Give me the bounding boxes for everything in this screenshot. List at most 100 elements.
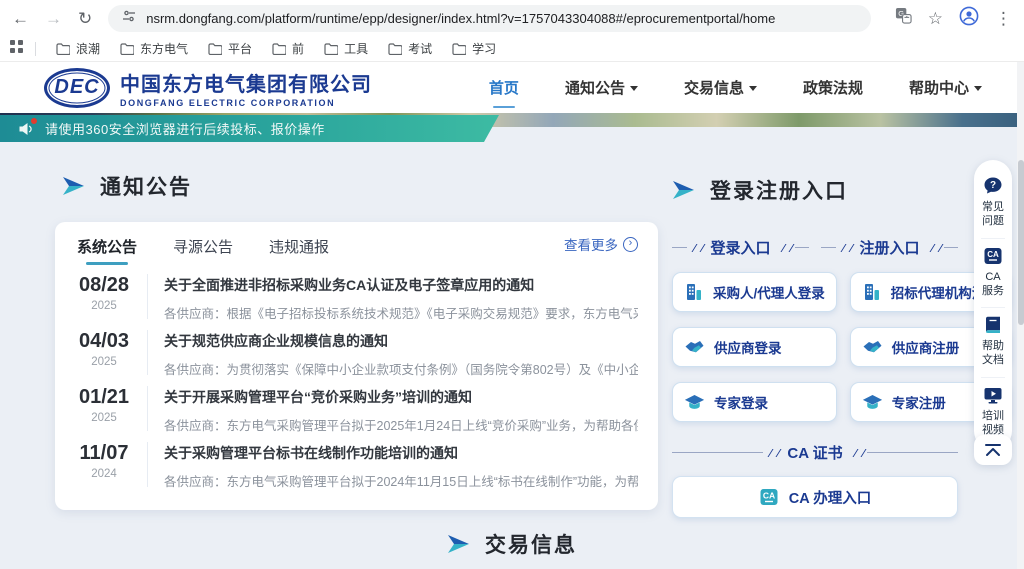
folder-icon <box>272 43 286 55</box>
arrow-to-top-icon <box>984 443 1002 457</box>
site-header: DEC 中国东方电气集团有限公司 DONGFANG ELECTRIC CORPO… <box>0 62 1024 113</box>
quickbar-label: 常见问题 <box>981 200 1005 229</box>
announcement-tabs: 系统公告 寻源公告 违规通报 查看更多 › <box>55 222 658 266</box>
notice-summary: 各供应商：东方电气采购管理平台拟于2024年11月15日上线“标书在线制作”功能… <box>164 471 638 490</box>
apps-grid-icon[interactable] <box>10 40 23 58</box>
toolbar-actions: G ☆ ⋮ <box>895 6 1012 31</box>
browser-window: ← → ↻ nsrm.dongfang.com/platform/runtime… <box>0 0 1024 569</box>
divider <box>147 442 148 487</box>
back-to-top-button[interactable] <box>974 435 1012 465</box>
bookmark-folder-kaoshi[interactable]: 考试 <box>380 38 440 59</box>
nav-item-trade-info[interactable]: 交易信息 <box>684 69 757 106</box>
url-text: nsrm.dongfang.com/platform/runtime/epp/d… <box>146 11 775 26</box>
divider <box>147 274 148 319</box>
book-icon <box>983 315 1003 335</box>
view-more-link[interactable]: 查看更多 › <box>564 234 638 254</box>
ca-apply-button[interactable]: CA CA 办理入口 <box>672 476 958 518</box>
announcements-section-title: 通知公告 <box>62 171 192 201</box>
handshake-icon <box>862 337 883 357</box>
arrow-right-circle-icon: › <box>623 237 638 252</box>
floating-quickbar: ? 常见问题 CA CA服务 帮助文档 培训视频 <box>974 160 1012 450</box>
notice-title[interactable]: 关于规范供应商企业规模信息的通知 <box>164 331 638 351</box>
browser-toolbar: ← → ↻ nsrm.dongfang.com/platform/runtime… <box>0 0 1024 36</box>
notice-list-item[interactable]: 01/21 2025 关于开展采购管理平台“竞价采购业务”培训的通知 各供应商：… <box>55 378 658 434</box>
section-title-text: 交易信息 <box>485 529 577 559</box>
back-icon[interactable]: ← <box>12 10 29 27</box>
page-content: 通知公告 系统公告 寻源公告 违规通报 查看更多 › 08/28 2025 <box>0 127 1024 569</box>
profile-avatar[interactable] <box>959 6 979 31</box>
building-icon <box>862 282 882 302</box>
bookmark-label: 浪潮 <box>76 40 100 57</box>
purchaser-agent-login-button[interactable]: 采购人/代理人登录 <box>672 272 837 312</box>
page-scrollbar[interactable] <box>1017 62 1024 569</box>
notice-list-item[interactable]: 11/07 2024 关于采购管理平台标书在线制作功能培训的通知 各供应商：东方… <box>55 434 658 490</box>
menu-kebab-icon[interactable]: ⋮ <box>995 10 1012 27</box>
notice-list-item[interactable]: 08/28 2025 关于全面推进非招标采购业务CA认证及电子签章应用的通知 各… <box>55 266 658 322</box>
notice-title[interactable]: 关于开展采购管理平台“竞价采购业务”培训的通知 <box>164 387 638 407</box>
quickbar-label: CA服务 <box>981 270 1005 299</box>
translate-icon[interactable]: G <box>895 7 912 29</box>
login-register-panel: 登录注册入口 登录入口 注册入口 采购人/代理人登录 <box>672 175 958 518</box>
tab-sourcing-notices[interactable]: 寻源公告 <box>173 223 233 266</box>
quickbar-label: 培训视频 <box>981 409 1005 438</box>
video-icon <box>983 385 1003 405</box>
faq-shortcut[interactable]: ? 常见问题 <box>981 169 1005 238</box>
folder-icon <box>452 43 466 55</box>
expert-login-button[interactable]: 专家登录 <box>672 382 837 422</box>
chevron-down-icon <box>974 86 982 91</box>
notice-title[interactable]: 关于全面推进非招标采购业务CA认证及电子签章应用的通知 <box>164 275 638 295</box>
notice-title[interactable]: 关于采购管理平台标书在线制作功能培训的通知 <box>164 443 638 463</box>
notification-dot <box>31 118 37 124</box>
scrollbar-thumb[interactable] <box>1018 160 1024 325</box>
company-logo[interactable]: DEC 中国东方电气集团有限公司 DONGFANG ELECTRIC CORPO… <box>44 68 372 108</box>
section-arrow-icon <box>62 176 86 196</box>
notice-summary: 各供应商：东方电气采购管理平台拟于2025年1月24日上线“竞价采购”业务，为帮… <box>164 415 638 434</box>
notice-date: 01/21 2025 <box>69 383 139 434</box>
svg-text:CA: CA <box>987 250 999 259</box>
bookmark-label: 考试 <box>408 40 432 57</box>
bookmark-folder-dongfang[interactable]: 东方电气 <box>112 38 196 59</box>
bookmark-folder-gongju[interactable]: 工具 <box>316 38 376 59</box>
supplier-login-button[interactable]: 供应商登录 <box>672 327 837 367</box>
login-entry-header: 登录入口 <box>672 237 809 258</box>
forward-icon[interactable]: → <box>45 10 62 27</box>
section-title-text: 登录注册入口 <box>710 175 848 205</box>
site-settings-icon[interactable] <box>122 9 136 28</box>
section-arrow-icon <box>447 534 471 554</box>
ca-badge-icon: CA <box>759 487 779 507</box>
notice-date: 11/07 2024 <box>69 439 139 490</box>
dec-logo-oval: DEC <box>44 68 110 108</box>
company-name-en: DONGFANG ELECTRIC CORPORATION <box>120 98 372 108</box>
notice-list-item[interactable]: 04/03 2025 关于规范供应商企业规模信息的通知 各供应商：为贯彻落实《保… <box>55 322 658 378</box>
nav-item-policies[interactable]: 政策法规 <box>803 69 863 106</box>
bookmark-label: 平台 <box>228 40 252 57</box>
chevron-down-icon <box>749 86 757 91</box>
tab-system-notices[interactable]: 系统公告 <box>77 223 137 266</box>
nav-item-help-center[interactable]: 帮助中心 <box>909 69 982 106</box>
address-bar[interactable]: nsrm.dongfang.com/platform/runtime/epp/d… <box>108 5 871 32</box>
browser-notice-banner: 请使用360安全浏览器进行后续投标、报价操作 <box>0 115 499 142</box>
divider <box>147 386 148 431</box>
refresh-icon[interactable]: ↻ <box>78 10 92 27</box>
nav-item-notices[interactable]: 通知公告 <box>565 69 638 106</box>
entry-button-grid: 采购人/代理人登录 招标代理机构注册 供应商登录 供应商注册 专家登录 <box>672 272 958 422</box>
bookmark-folder-pingtai[interactable]: 平台 <box>200 38 260 59</box>
nav-item-home[interactable]: 首页 <box>489 69 519 106</box>
ca-certificate-header: CA 证书 <box>672 442 958 463</box>
quickbar-label: 帮助文档 <box>981 339 1005 368</box>
section-title-text: 通知公告 <box>100 171 192 201</box>
help-docs-shortcut[interactable]: 帮助文档 <box>981 307 1005 377</box>
chevron-down-icon <box>630 86 638 91</box>
bookmark-star-icon[interactable]: ☆ <box>928 10 943 27</box>
section-arrow-icon <box>672 180 696 200</box>
notice-date: 08/28 2025 <box>69 271 139 322</box>
bookmark-folder-xuexi[interactable]: 学习 <box>444 38 504 59</box>
tab-violation-reports[interactable]: 违规通报 <box>269 223 329 266</box>
ca-service-shortcut[interactable]: CA CA服务 <box>981 238 1005 308</box>
company-name-cn: 中国东方电气集团有限公司 <box>120 68 372 97</box>
bookmark-label: 前 <box>292 40 304 57</box>
bookmark-folder-qian[interactable]: 前 <box>264 38 312 59</box>
ca-badge-icon: CA <box>983 246 1003 266</box>
bookmark-folder-langchao[interactable]: 浪潮 <box>48 38 108 59</box>
folder-icon <box>388 43 402 55</box>
